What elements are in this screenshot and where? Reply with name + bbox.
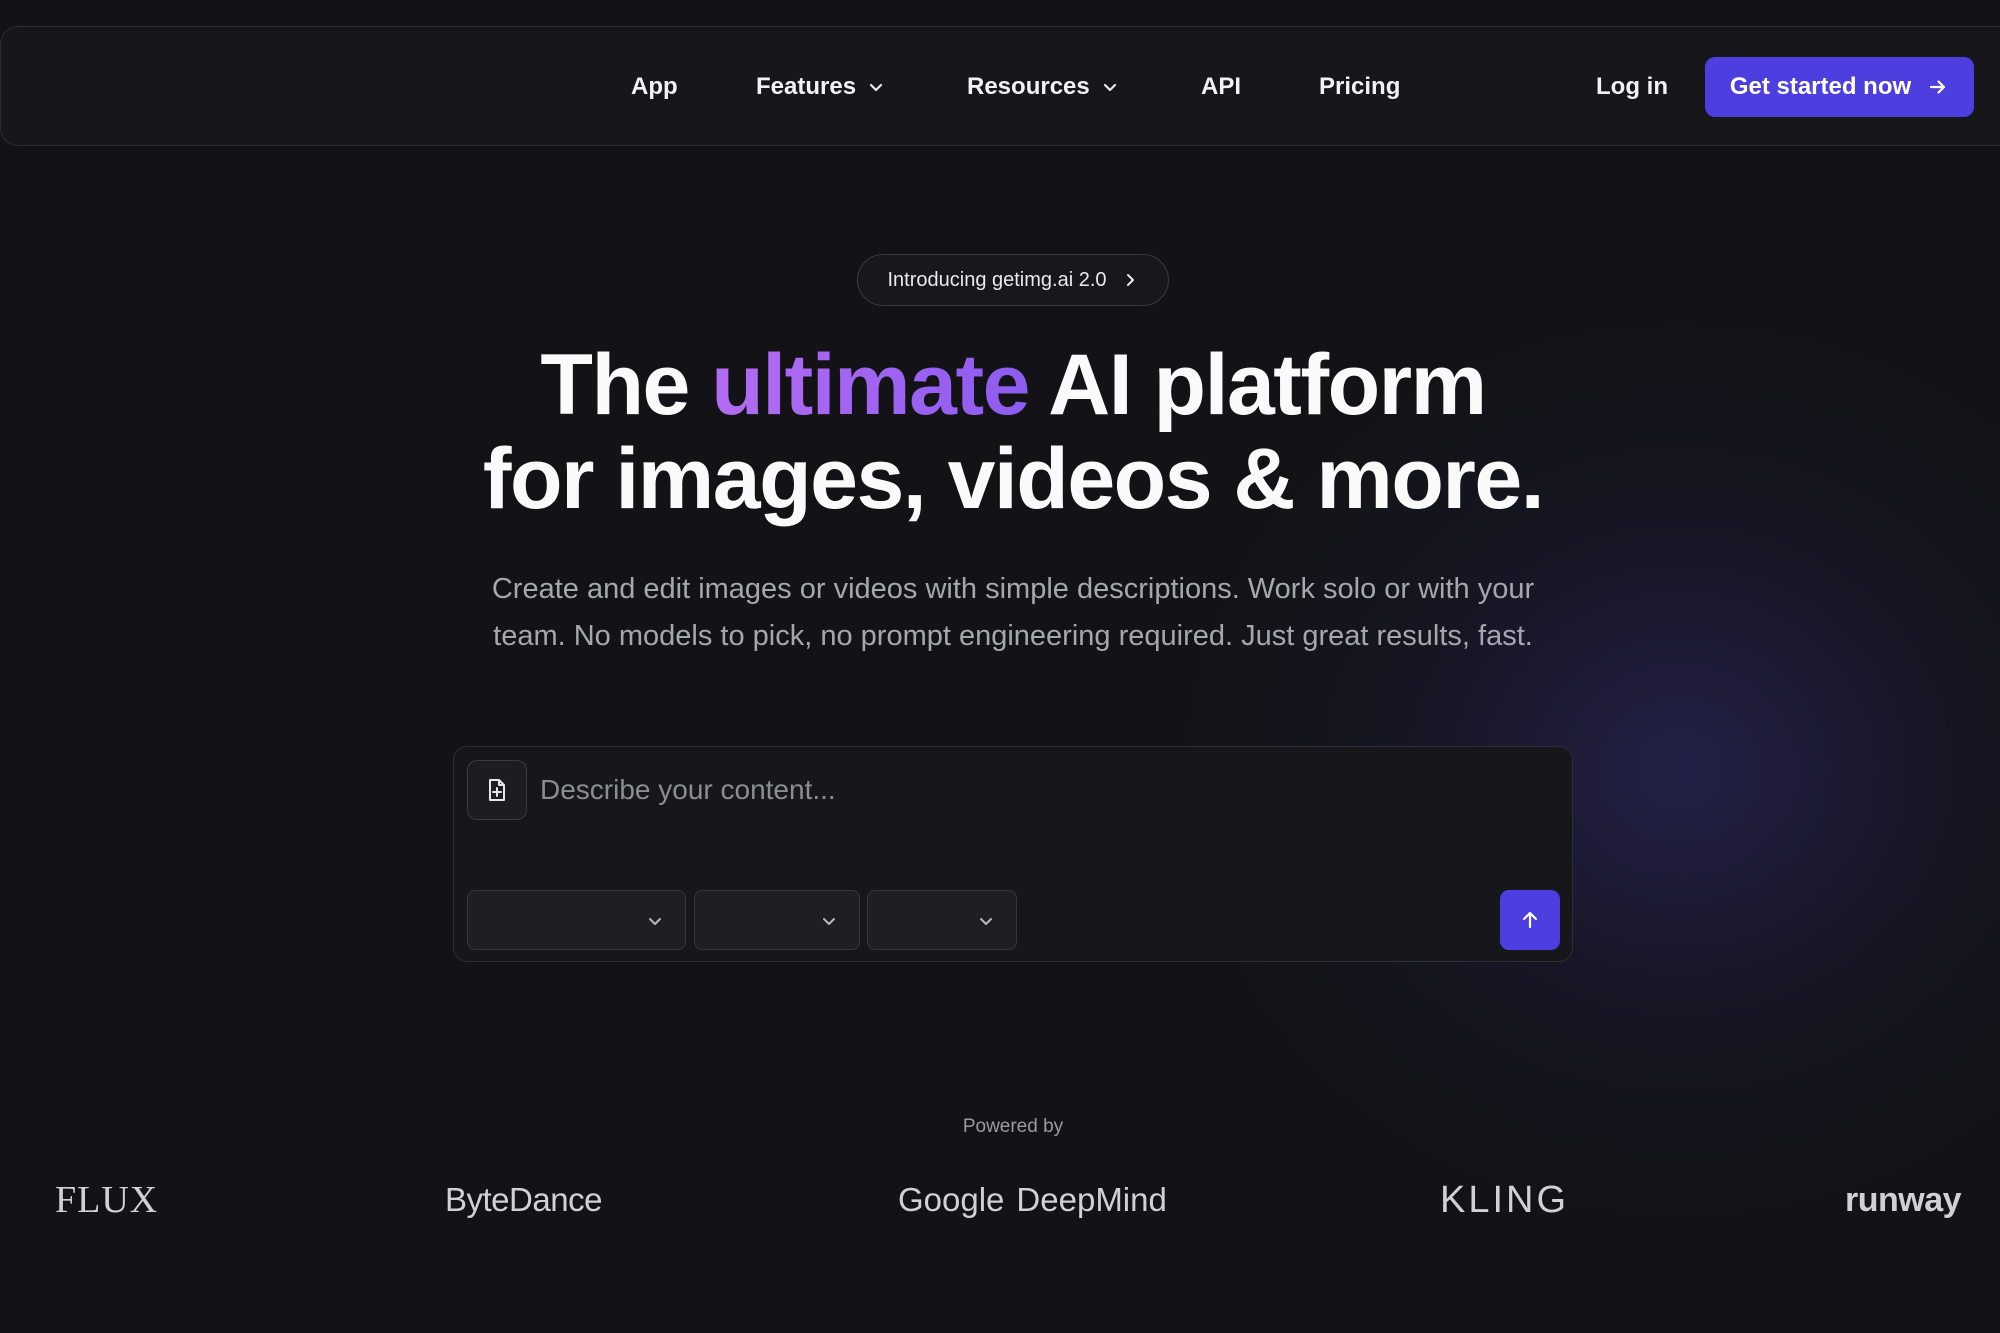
landing-page: App Features Resources API Pricing Log i… xyxy=(0,0,2000,1333)
hero-headline: The ultimate AI platform for images, vid… xyxy=(0,338,2000,526)
google-deepmind-logo: Google DeepMind xyxy=(898,1170,1167,1230)
nav-item-app[interactable]: App xyxy=(631,27,678,147)
logo-text: Google xyxy=(898,1181,1005,1218)
logo-text: ByteDance xyxy=(445,1181,602,1218)
nav-item-resources[interactable]: Resources xyxy=(967,27,1120,147)
nav-item-label: Features xyxy=(756,73,857,100)
headline-line-2: for images, videos & more. xyxy=(482,431,1545,527)
headline-text: AI platform xyxy=(1028,337,1487,433)
chevron-down-icon xyxy=(645,911,665,931)
logo-text: FLUX xyxy=(55,1179,159,1221)
login-link[interactable]: Log in xyxy=(1596,27,1668,147)
attach-file-button[interactable] xyxy=(467,760,527,820)
headline-text: The xyxy=(540,337,712,433)
file-add-icon xyxy=(484,777,510,803)
chevron-down-icon xyxy=(866,77,886,97)
chevron-down-icon xyxy=(819,911,839,931)
get-started-label: Get started now xyxy=(1729,73,1912,100)
hero-subheading: Create and edit images or videos with si… xyxy=(491,573,1535,652)
bytedance-logo: ByteDance xyxy=(445,1170,602,1230)
nav-item-pricing[interactable]: Pricing xyxy=(1319,27,1400,147)
arrow-right-icon xyxy=(1927,76,1949,98)
login-label: Log in xyxy=(1596,73,1668,100)
runway-logo: runway xyxy=(1845,1170,1962,1230)
nav-item-label: API xyxy=(1201,73,1242,100)
nav-item-label: Resources xyxy=(967,73,1090,100)
logo-text: KLING xyxy=(1440,1178,1570,1221)
announcement-pill[interactable]: Introducing getimg.ai 2.0 xyxy=(857,254,1169,306)
powered-by-label: Powered by xyxy=(962,1116,1064,1137)
prompt-box xyxy=(453,746,1573,962)
nav-item-features[interactable]: Features xyxy=(756,27,886,147)
headline-accent: ultimate xyxy=(711,337,1030,433)
nav-item-label: Pricing xyxy=(1319,73,1401,100)
arrow-up-icon xyxy=(1519,909,1541,931)
nav-item-api[interactable]: API xyxy=(1201,27,1241,147)
top-navbar: App Features Resources API Pricing Log i… xyxy=(0,26,2000,146)
prompt-select-2[interactable] xyxy=(694,890,860,950)
flux-logo: FLUX xyxy=(55,1170,158,1230)
logo-text: runway xyxy=(1845,1180,1962,1219)
kling-logo: KLING xyxy=(1440,1170,1569,1230)
nav-item-label: App xyxy=(631,73,678,100)
prompt-select-1[interactable] xyxy=(467,890,686,950)
prompt-input[interactable] xyxy=(540,761,1550,819)
chevron-right-icon xyxy=(1121,271,1139,289)
chevron-down-icon xyxy=(1100,77,1120,97)
get-started-button[interactable]: Get started now xyxy=(1705,57,1974,117)
prompt-select-3[interactable] xyxy=(867,890,1017,950)
announcement-text: Introducing getimg.ai 2.0 xyxy=(887,268,1107,291)
chevron-down-icon xyxy=(976,911,996,931)
send-button[interactable] xyxy=(1500,890,1560,950)
logo-text: DeepMind xyxy=(1016,1181,1167,1218)
headline-line-1: The ultimate AI platform xyxy=(540,337,1487,433)
